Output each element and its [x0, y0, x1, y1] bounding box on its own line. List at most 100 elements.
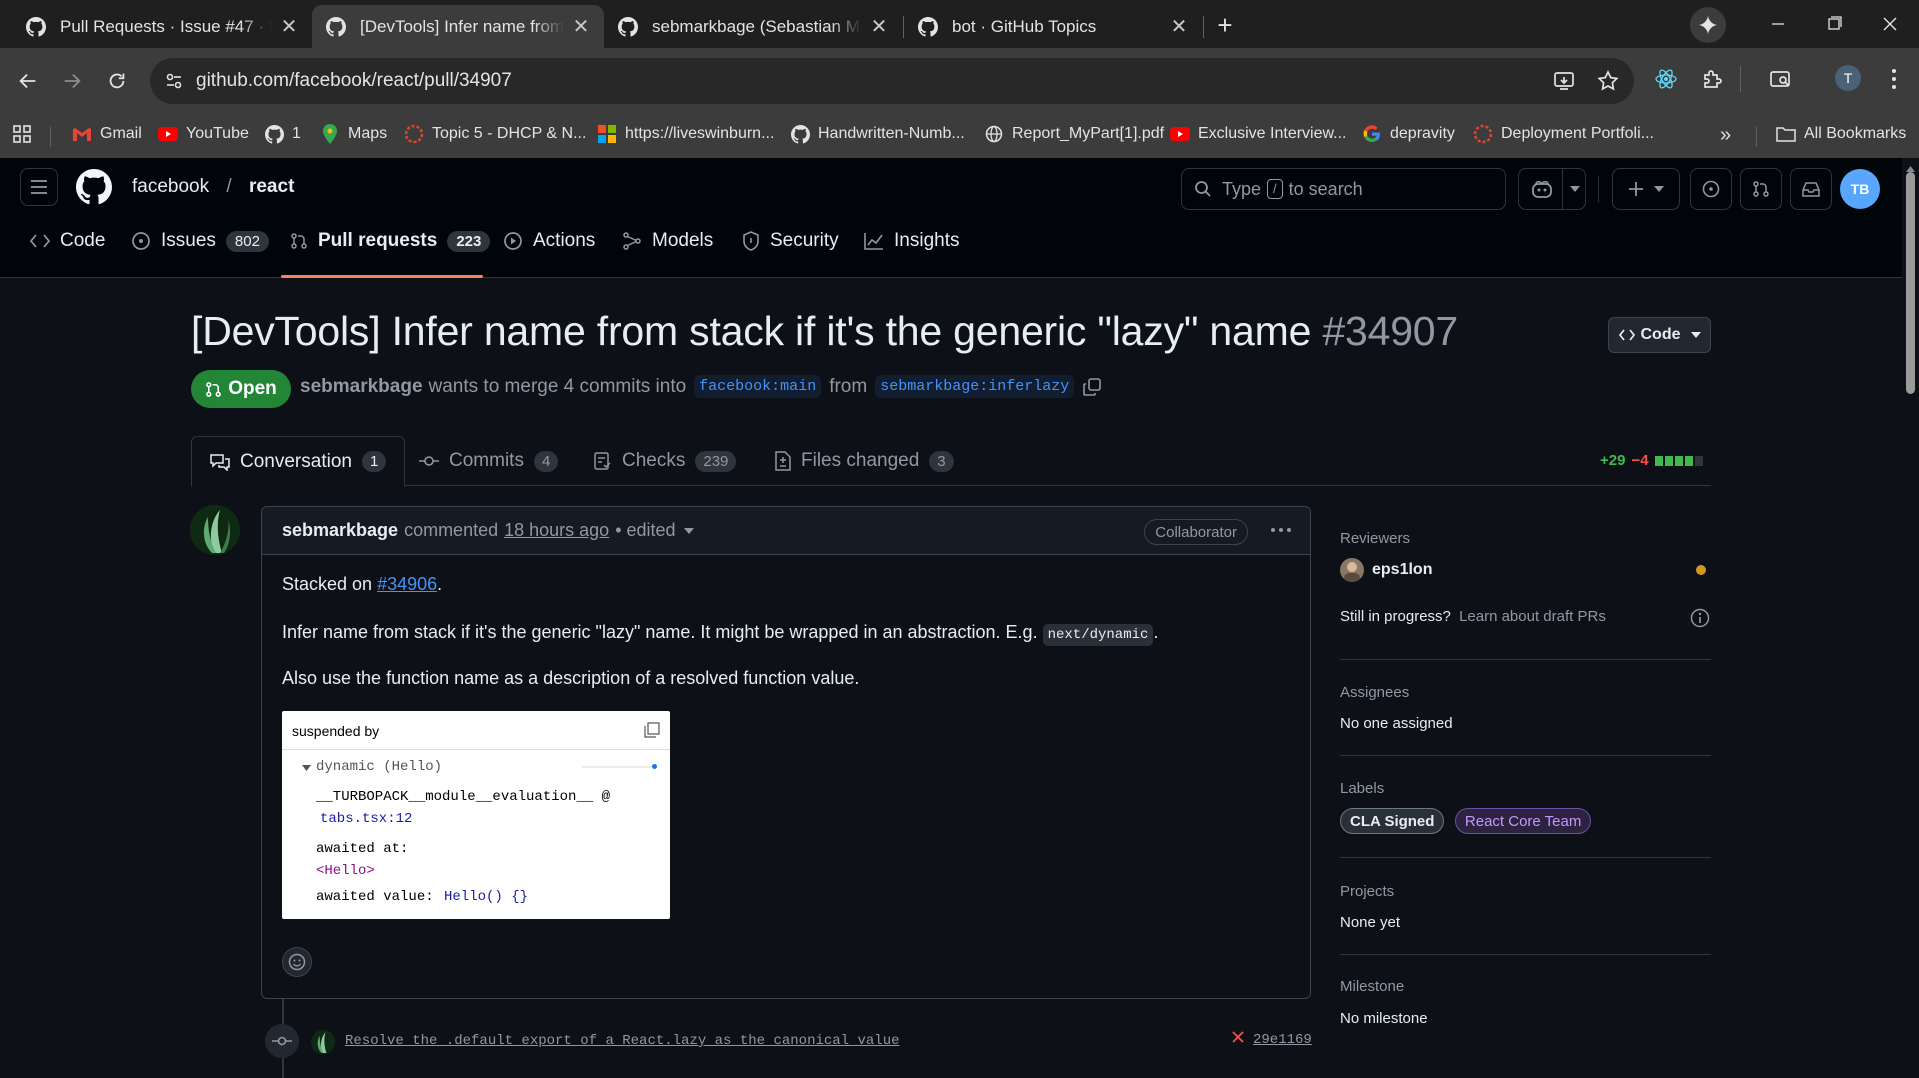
comment-author-link[interactable]: sebmarkbage	[282, 520, 398, 541]
tab-checks[interactable]: Checks 239	[594, 436, 737, 486]
new-tab-button[interactable]: +	[1210, 10, 1240, 40]
bookmark-liveswinburn[interactable]: https://liveswinburn...	[597, 124, 774, 144]
breadcrumb: facebook / react	[132, 176, 294, 198]
install-app-icon[interactable]	[1552, 69, 1576, 93]
projects-heading[interactable]: Projects	[1340, 883, 1394, 900]
gmail-icon	[72, 124, 92, 144]
repo-name-link[interactable]: react	[249, 176, 294, 197]
repo-owner-link[interactable]: facebook	[132, 176, 209, 197]
nav-security[interactable]: Security	[742, 221, 839, 261]
more-bookmarks-icon[interactable]: »	[1720, 124, 1731, 147]
gemini-button[interactable]	[1690, 7, 1726, 43]
issue-icon	[1702, 180, 1720, 198]
reviewer-name[interactable]: eps1lon	[1372, 561, 1432, 579]
commit-message-link[interactable]: Resolve the .default export of a React.l…	[345, 1033, 900, 1049]
info-icon[interactable]	[1690, 608, 1710, 628]
copy-icon[interactable]	[1082, 377, 1102, 397]
all-bookmarks[interactable]: All Bookmarks	[1776, 124, 1906, 144]
create-new-button[interactable]	[1612, 168, 1680, 210]
scrollbar[interactable]	[1902, 158, 1919, 1078]
draft-prs-link[interactable]: Learn about draft PRs	[1459, 608, 1606, 625]
base-branch[interactable]: facebook:main	[694, 375, 822, 398]
bookmark-youtube[interactable]: YouTube	[158, 124, 249, 144]
close-window-button[interactable]	[1876, 12, 1904, 36]
avatar[interactable]: TB	[1840, 169, 1880, 209]
avatar[interactable]	[1340, 558, 1364, 582]
nav-pull-requests[interactable]: Pull requests 223	[290, 221, 491, 261]
minimize-button[interactable]	[1764, 12, 1792, 36]
bookmark-handwritten[interactable]: Handwritten-Numb...	[790, 124, 965, 144]
kebab-horizontal-icon[interactable]	[1270, 517, 1292, 543]
code-dropdown-button[interactable]: Code	[1608, 317, 1711, 353]
assignees-heading[interactable]: Assignees	[1340, 684, 1409, 701]
labels-heading[interactable]: Labels	[1340, 780, 1384, 797]
label-cla-signed[interactable]: CLA Signed	[1340, 808, 1445, 834]
add-reaction-button[interactable]	[282, 947, 312, 977]
bookmark-deployment[interactable]: Deployment Portfoli...	[1473, 124, 1654, 144]
reviewers-heading[interactable]: Reviewers	[1340, 530, 1410, 547]
nav-actions[interactable]: Actions	[503, 221, 595, 261]
pr-author-link[interactable]: sebmarkbage	[300, 376, 423, 398]
scrollbar-thumb[interactable]	[1906, 172, 1915, 394]
bookmark-maps[interactable]: Maps	[320, 124, 387, 144]
avatar[interactable]	[311, 1030, 335, 1054]
extensions-icon[interactable]	[1698, 65, 1726, 93]
header-divider	[1598, 176, 1599, 202]
chevron-down-icon[interactable]	[683, 527, 694, 534]
embedded-screenshot[interactable]: suspended by dynamic (Hello) __TURBOPACK…	[282, 711, 670, 919]
browser-tab[interactable]: sebmarkbage (Sebastian Markb ✕	[604, 5, 902, 48]
tab-conversation[interactable]: Conversation 1	[191, 436, 406, 487]
bookmark-topic5[interactable]: Topic 5 - DHCP & N...	[404, 124, 586, 144]
nav-issues[interactable]: Issues 802	[131, 221, 269, 261]
bookmark-github-1[interactable]: 1	[264, 124, 301, 144]
forward-button[interactable]	[58, 67, 86, 95]
pr-title: [DevTools] Infer name from stack if it's…	[191, 308, 1312, 354]
tab-files-changed[interactable]: Files changed 3	[775, 436, 954, 486]
comment-timestamp[interactable]: 18 hours ago	[504, 520, 609, 541]
bookmark-gmail[interactable]: Gmail	[72, 124, 142, 144]
close-tab-icon[interactable]: ✕	[280, 14, 298, 39]
nav-code[interactable]: Code	[30, 221, 105, 261]
milestone-heading[interactable]: Milestone	[1340, 978, 1404, 995]
hamburger-menu-button[interactable]	[20, 168, 58, 206]
avatar[interactable]	[190, 505, 240, 555]
active-nav-underline	[281, 275, 483, 278]
close-tab-icon[interactable]: ✕	[572, 14, 590, 39]
restore-button[interactable]	[1820, 12, 1848, 36]
nav-models[interactable]: Models	[622, 221, 713, 261]
browser-tab-active[interactable]: [DevTools] Infer name from stac ✕	[312, 5, 604, 48]
close-tab-icon[interactable]: ✕	[870, 14, 888, 39]
inbox-button[interactable]	[1790, 168, 1832, 210]
pull-requests-button[interactable]	[1740, 168, 1782, 210]
address-bar[interactable]: github.com/facebook/react/pull/34907	[150, 58, 1634, 104]
search-input[interactable]: Type / to search	[1181, 168, 1506, 210]
edited-label[interactable]: • edited	[615, 520, 675, 541]
head-branch[interactable]: sebmarkbage:inferlazy	[875, 375, 1075, 398]
browser-tab[interactable]: bot · GitHub Topics ✕	[904, 5, 1202, 48]
site-info-icon[interactable]	[164, 71, 184, 91]
bookmark-exclusive[interactable]: Exclusive Interview...	[1170, 124, 1347, 144]
tab-commits[interactable]: Commits 4	[419, 436, 559, 486]
copy-icon	[644, 722, 660, 738]
issues-button[interactable]	[1690, 168, 1732, 210]
label-react-core-team[interactable]: React Core Team	[1454, 808, 1592, 834]
chevron-down-icon[interactable]	[1562, 169, 1586, 209]
nav-insights[interactable]: Insights	[864, 221, 959, 261]
copilot-button[interactable]	[1518, 168, 1586, 210]
back-button[interactable]	[14, 67, 42, 95]
stacked-pr-link[interactable]: #34906	[377, 574, 437, 594]
tab-search-icon[interactable]	[1766, 65, 1794, 93]
x-status-icon[interactable]	[1231, 1030, 1245, 1044]
reload-button[interactable]	[103, 67, 131, 95]
profile-avatar[interactable]: T	[1835, 65, 1861, 91]
commit-sha-link[interactable]: 29e1169	[1253, 1032, 1312, 1048]
menu-kebab-icon[interactable]	[1880, 65, 1908, 93]
github-logo-icon[interactable]	[76, 169, 112, 205]
bookmark-report[interactable]: Report_MyPart[1].pdf	[984, 124, 1164, 144]
bookmark-star-icon[interactable]	[1596, 69, 1620, 93]
browser-tab[interactable]: Pull Requests · Issue #47 · toran ✕	[12, 5, 312, 48]
apps-grid-icon[interactable]	[12, 124, 32, 144]
react-devtools-icon[interactable]	[1652, 65, 1680, 93]
bookmark-depravity[interactable]: depravity	[1362, 124, 1455, 144]
close-tab-icon[interactable]: ✕	[1170, 14, 1188, 39]
